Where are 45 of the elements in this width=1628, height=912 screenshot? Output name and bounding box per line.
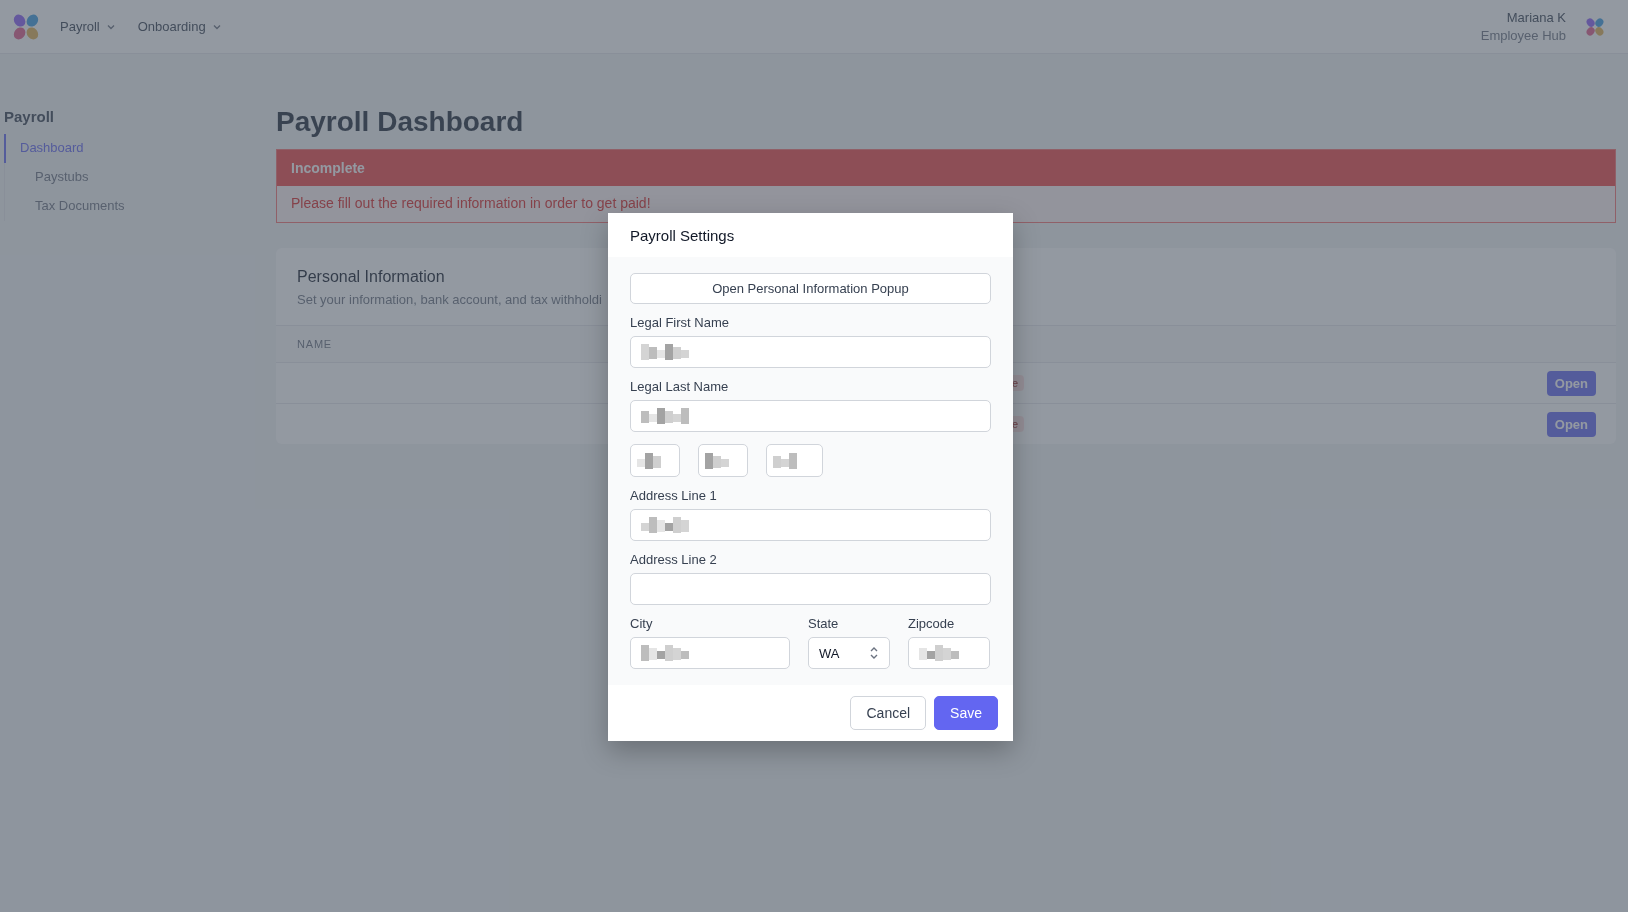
blurred-value-icon xyxy=(705,452,729,469)
field-label: Address Line 2 xyxy=(630,552,718,567)
blurred-value-icon xyxy=(641,344,689,360)
open-button[interactable]: Open xyxy=(1546,411,1596,437)
blurred-value-icon xyxy=(641,645,689,661)
blurred-value-icon xyxy=(641,408,689,424)
card-subtitle: Set your information, bank account, and tax withholdi xyxy=(297,292,602,307)
input-field[interactable] xyxy=(698,444,748,477)
user-name: Mariana K xyxy=(1506,8,1566,27)
input-field[interactable] xyxy=(630,509,991,541)
nav-menu[interactable]: Payroll xyxy=(60,19,116,34)
field-label: Address Line 1 xyxy=(630,488,718,503)
state-select[interactable]: WA xyxy=(808,637,890,669)
save-button[interactable]: Save xyxy=(934,696,998,730)
nav-menu[interactable]: Onboarding xyxy=(137,19,222,34)
input-field[interactable] xyxy=(630,400,991,432)
field-label: State xyxy=(808,616,840,631)
field-label: City xyxy=(630,616,654,631)
modal-title: Payroll Settings xyxy=(629,226,736,246)
blurred-value-icon xyxy=(641,517,689,533)
card-title: Personal Information xyxy=(297,268,445,286)
open-button[interactable]: Open xyxy=(1546,370,1596,396)
page-title: Payroll Dashboard xyxy=(276,105,525,139)
input-field[interactable] xyxy=(908,637,990,669)
up-down-chevron-icon xyxy=(869,645,879,661)
column-header: NAME xyxy=(297,338,332,350)
blurred-value-icon xyxy=(637,452,661,469)
avatar-icon xyxy=(1584,15,1606,38)
field-label: Zipcode xyxy=(908,616,956,631)
input-field[interactable] xyxy=(630,336,991,368)
user-role: Employee Hub xyxy=(1480,26,1566,45)
blurred-value-icon xyxy=(919,645,959,661)
input-field[interactable] xyxy=(630,637,790,669)
field-label: Legal First Name xyxy=(630,315,730,330)
input-field[interactable] xyxy=(630,444,680,477)
cancel-button[interactable]: Cancel xyxy=(850,696,927,730)
blurred-value-icon xyxy=(773,452,797,469)
field-label: Legal Last Name xyxy=(630,379,730,394)
sidebar-heading: Payroll xyxy=(4,108,56,125)
alert-message: Please fill out the required information in order to get paid! xyxy=(290,194,652,213)
input-field[interactable] xyxy=(766,444,823,477)
alert-title: Incomplete xyxy=(277,150,1615,186)
input-field[interactable] xyxy=(630,573,991,605)
popup-button[interactable]: Open Personal Information Popup xyxy=(630,273,991,304)
sidebar-item[interactable]: Dashboard xyxy=(4,134,272,163)
